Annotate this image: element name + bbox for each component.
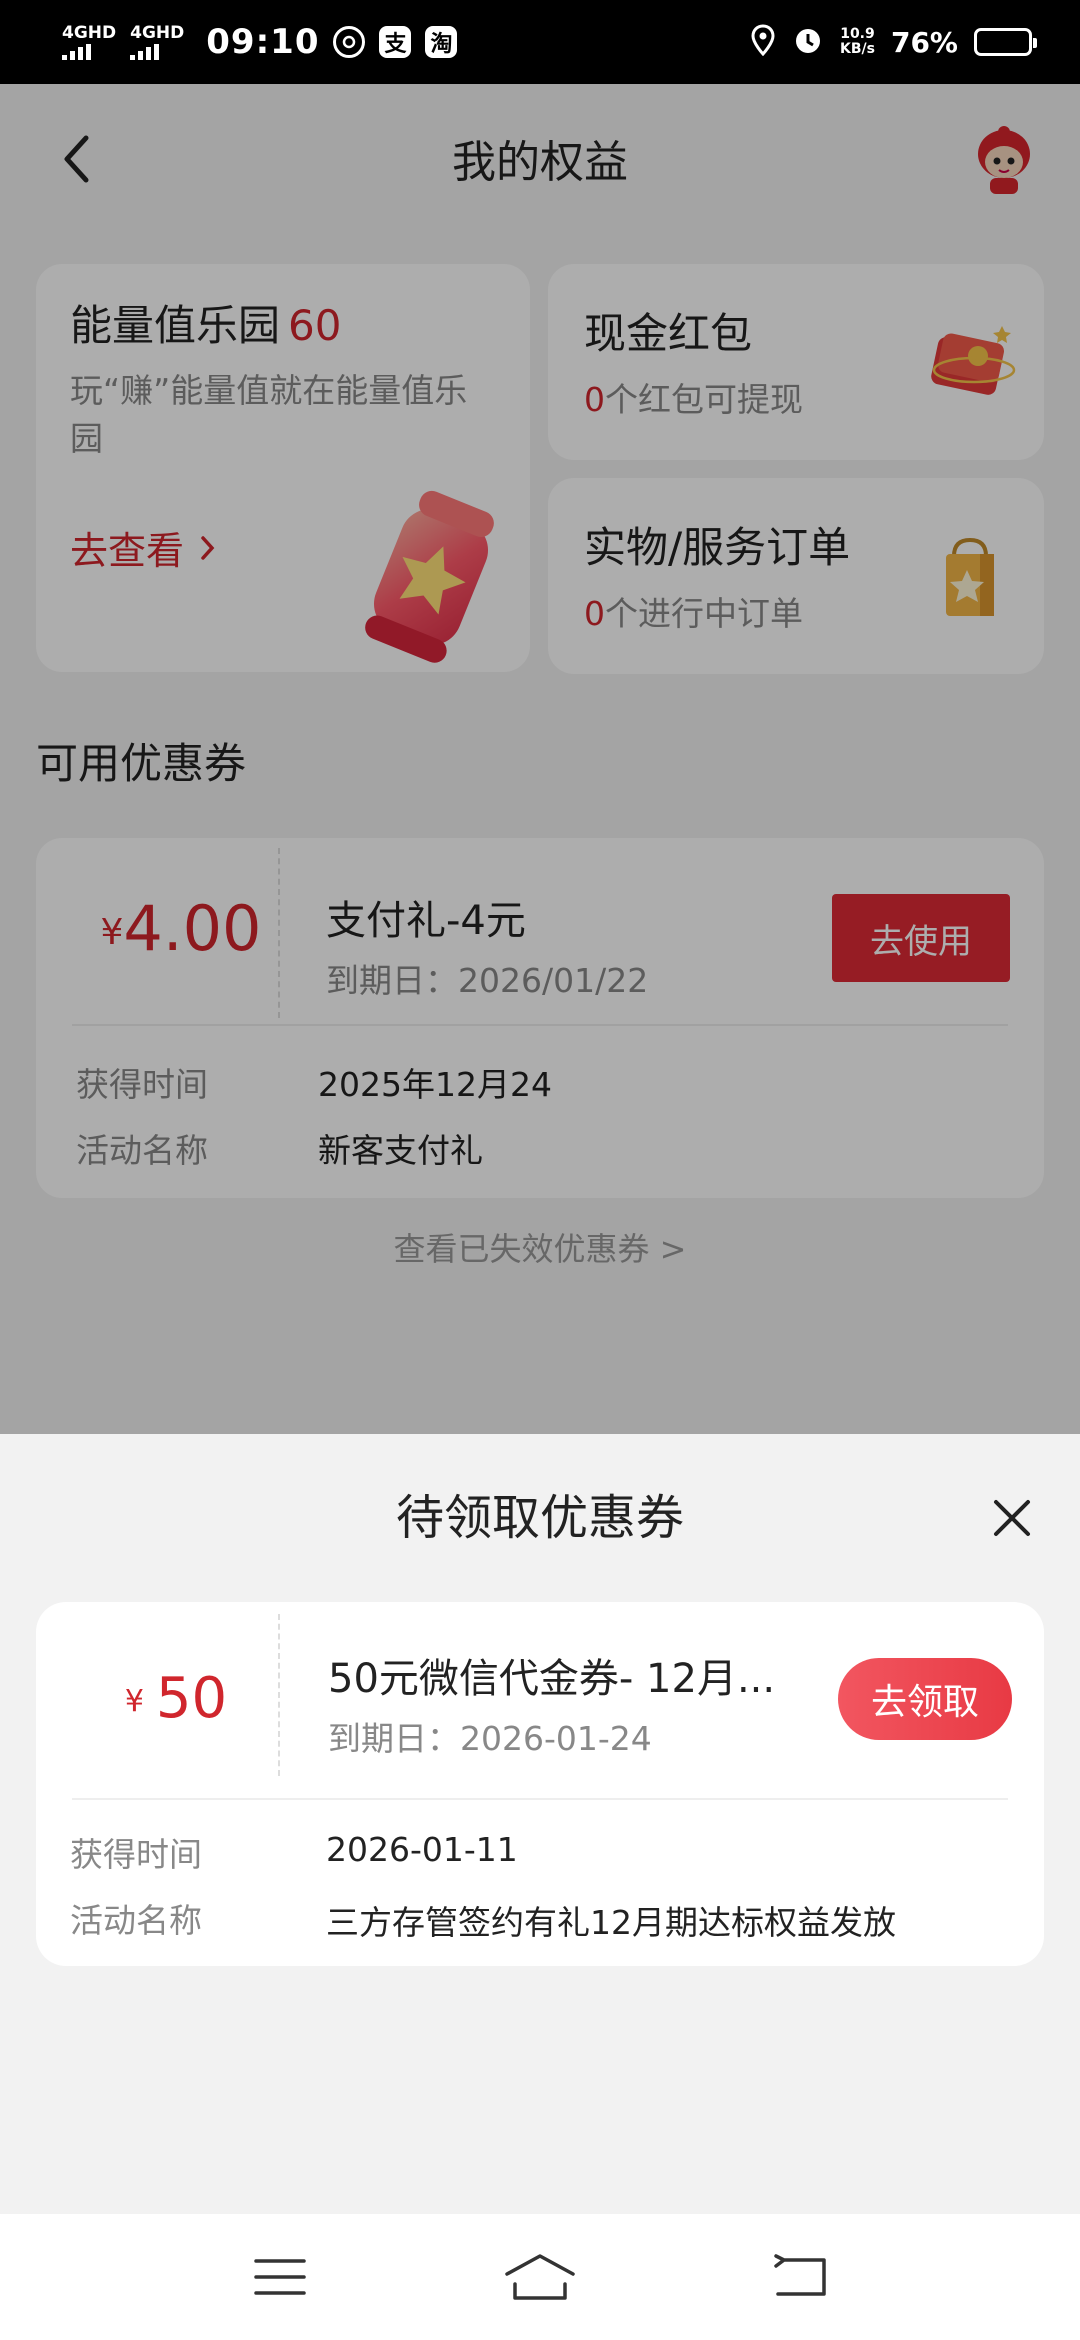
obtained-time-label: 获得时间 (70, 1835, 202, 1874)
coupon-value: 50 (155, 1666, 228, 1731)
signal-bars-icon (62, 43, 91, 60)
battery-icon (974, 28, 1037, 56)
status-bar: 4GHD 4GHD 09:10 支 淘 10.9 KB/s 76% (0, 0, 1080, 84)
obtained-time-value: 2026-01-11 (326, 1830, 518, 1869)
network-type-2: 4GHD (130, 22, 185, 43)
coupon-separator (72, 1798, 1008, 1800)
activity-name-label: 活动名称 (70, 1901, 202, 1940)
signal-indicator-2: 4GHD (130, 22, 185, 60)
speed-unit: KB/s (840, 41, 875, 57)
home-button[interactable] (500, 2242, 580, 2312)
currency-symbol: ¥ (124, 1684, 144, 1719)
location-icon (750, 24, 776, 60)
signal-indicator-1: 4GHD (62, 22, 117, 60)
back-icon (774, 2254, 826, 2296)
network-speed: 10.9 KB/s (840, 27, 875, 56)
recent-apps-button[interactable] (240, 2242, 320, 2312)
network-type-1: 4GHD (62, 22, 117, 43)
coupon-name: 50元微信代金券- 12月... (328, 1656, 776, 1702)
coupon-expiry: 到期日：2026-01-24 (328, 1719, 652, 1758)
alipay-icon: 支 (379, 26, 412, 58)
close-icon (994, 1500, 1030, 1536)
pending-coupons-sheet: 待领取优惠券 ¥50 50元微信代金券- 12月... 到期日：2026-01-… (0, 1434, 1080, 2214)
sheet-title: 待领取优惠券 (395, 1490, 684, 1546)
home-icon (505, 2254, 575, 2300)
coupon-amount: ¥50 (66, 1666, 286, 1731)
clock: 09:10 (206, 22, 320, 62)
battery-percent: 76% (890, 25, 958, 59)
back-nav-button[interactable] (760, 2242, 840, 2312)
taobao-icon: 淘 (425, 26, 458, 58)
speed-value: 10.9 (840, 26, 875, 43)
pending-coupon-card: ¥50 50元微信代金券- 12月... 到期日：2026-01-24 去领取 … (36, 1602, 1044, 1966)
mobile-network-icon (333, 26, 366, 58)
menu-icon (254, 2259, 306, 2295)
claim-coupon-button[interactable]: 去领取 (838, 1658, 1012, 1740)
coupon-divider (278, 1614, 280, 1776)
alarm-icon (792, 24, 824, 60)
modal-backdrop[interactable] (0, 84, 1080, 1434)
activity-name-value: 三方存管签约有礼12月期达标权益发放 (326, 1903, 896, 1942)
signal-bars-icon (130, 43, 160, 60)
close-button[interactable] (980, 1486, 1044, 1550)
system-navigation-bar (0, 2214, 1080, 2340)
